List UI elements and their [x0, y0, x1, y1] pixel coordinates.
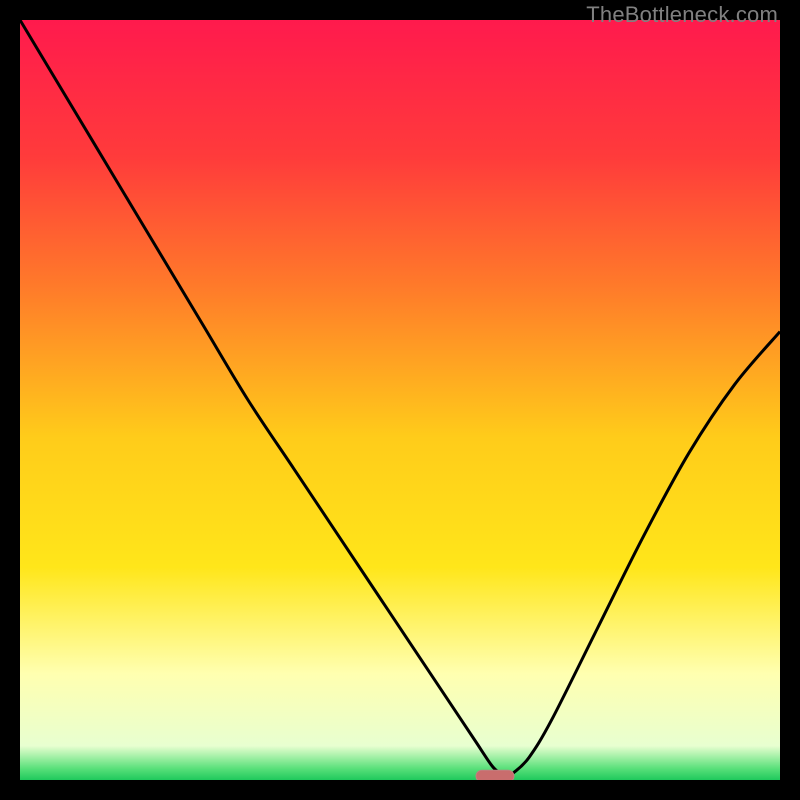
optimal-range-marker — [476, 770, 514, 780]
gradient-background — [20, 20, 780, 780]
chart-frame: TheBottleneck.com — [0, 0, 800, 800]
bottleneck-chart — [20, 20, 780, 780]
watermark-text: TheBottleneck.com — [586, 2, 778, 28]
